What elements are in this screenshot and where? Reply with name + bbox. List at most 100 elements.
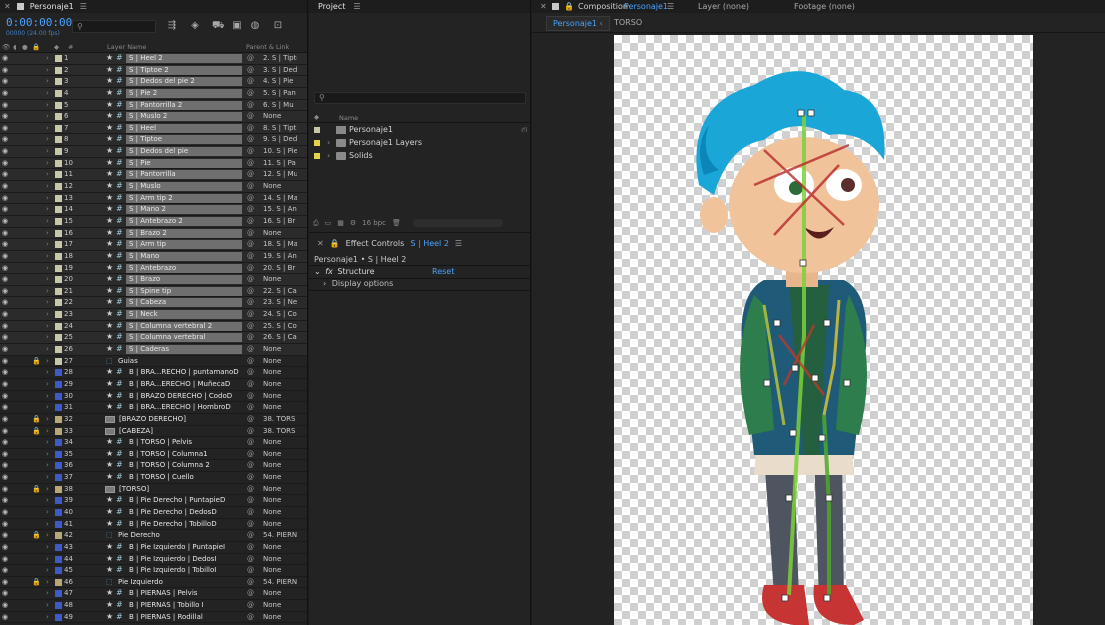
pickwhip-icon[interactable]: @ bbox=[247, 461, 254, 469]
layer-name[interactable]: B | Pie Izquierdo | PuntapieI bbox=[129, 543, 225, 551]
layer-row[interactable]: ◉ › 16 ★ # S | Brazo 2 @ None bbox=[0, 227, 307, 240]
pickwhip-icon[interactable]: @ bbox=[247, 531, 254, 539]
layer-row[interactable]: ◉ 🔒 › 46 ⬚ Pie Izquierdo @54. PIERN bbox=[0, 576, 307, 589]
label-color-swatch[interactable] bbox=[314, 153, 320, 159]
parent-link-value[interactable]: None bbox=[263, 112, 297, 120]
visibility-eye-icon[interactable]: ◉ bbox=[2, 241, 9, 248]
layer-name[interactable]: S | Brazo bbox=[129, 275, 160, 283]
pickwhip-icon[interactable]: @ bbox=[247, 566, 254, 574]
pickwhip-icon[interactable]: @ bbox=[247, 322, 254, 330]
layer-row[interactable]: ◉ 🔒 › 32 [BRAZO DERECHO] @38. TORS bbox=[0, 413, 307, 426]
project-search-input[interactable]: ⚲ bbox=[314, 92, 526, 104]
layer-name[interactable]: B | Pie Derecho | TobilloD bbox=[129, 520, 217, 528]
parent-link-value[interactable]: None bbox=[263, 368, 297, 376]
layer-name[interactable]: S | Columna vertebral bbox=[129, 333, 206, 341]
parent-link-value[interactable]: None bbox=[263, 613, 297, 621]
pickwhip-icon[interactable]: @ bbox=[247, 310, 254, 318]
project-item-composition[interactable]: Personaje1 ⛙ bbox=[309, 124, 531, 137]
expand-arrow-icon[interactable]: › bbox=[46, 77, 49, 85]
layer-name[interactable]: B | Pie Izquierdo | TobilloI bbox=[129, 566, 216, 574]
expand-arrow-icon[interactable]: › bbox=[46, 345, 49, 353]
visibility-eye-icon[interactable]: ◉ bbox=[2, 78, 9, 85]
visibility-eye-icon[interactable]: ◉ bbox=[2, 357, 9, 365]
graph-editor-icon[interactable]: ⊡ bbox=[272, 20, 284, 32]
pickwhip-icon[interactable]: @ bbox=[247, 147, 254, 155]
effect-switch-icon[interactable]: # bbox=[116, 321, 123, 330]
label-color-swatch[interactable] bbox=[55, 334, 62, 342]
project-item-folder[interactable]: › Personaje1 Layers bbox=[309, 137, 531, 150]
parent-link-value[interactable]: 14. S | Ma bbox=[263, 194, 297, 202]
timeline-tab-title[interactable]: Personaje1 bbox=[30, 2, 74, 11]
visibility-eye-icon[interactable]: ◉ bbox=[2, 136, 9, 143]
expand-arrow-icon[interactable]: › bbox=[46, 380, 49, 388]
visibility-eye-icon[interactable]: ◉ bbox=[2, 369, 9, 376]
visibility-eye-icon[interactable]: ◉ bbox=[2, 89, 9, 97]
label-color-swatch[interactable] bbox=[55, 427, 62, 435]
parent-link-value[interactable]: 26. S | Ca bbox=[263, 333, 297, 341]
comp-mini-flowchart-icon[interactable]: ⇶ bbox=[166, 20, 178, 32]
visibility-eye-icon[interactable]: ◉ bbox=[2, 555, 9, 563]
layer-row[interactable]: ◉ › 29 ★ # B | BRA...ERECHO | MuñecaD @ None bbox=[0, 378, 307, 391]
project-scroll-bar[interactable] bbox=[412, 219, 503, 227]
effect-switch-icon[interactable]: # bbox=[116, 286, 123, 295]
visibility-eye-icon[interactable]: ◉ bbox=[2, 124, 9, 132]
pickwhip-icon[interactable]: @ bbox=[247, 112, 254, 120]
effect-switch-icon[interactable]: # bbox=[116, 65, 123, 74]
parent-link-value[interactable]: None bbox=[263, 380, 297, 388]
lock-icon[interactable]: 🔒 bbox=[32, 415, 41, 423]
project-settings-icon[interactable]: ⚙ bbox=[350, 219, 356, 227]
visibility-eye-icon[interactable]: ◉ bbox=[2, 194, 9, 202]
expand-arrow-icon[interactable]: › bbox=[46, 252, 49, 260]
lock-icon[interactable]: 🔒 bbox=[32, 485, 41, 493]
label-color-swatch[interactable] bbox=[55, 439, 62, 447]
pickwhip-icon[interactable]: @ bbox=[247, 101, 254, 109]
layer-name[interactable]: [CABEZA] bbox=[119, 427, 153, 435]
effect-switch-icon[interactable]: # bbox=[116, 204, 123, 213]
label-color-swatch[interactable] bbox=[55, 404, 62, 412]
layer-row[interactable]: ◉ › 28 ★ # B | BRA...RECHO | puntamanoD @ None bbox=[0, 367, 307, 379]
visibility-eye-icon[interactable]: ◉ bbox=[2, 485, 9, 493]
expand-arrow-icon[interactable]: › bbox=[46, 368, 49, 376]
expand-arrow-icon[interactable]: › bbox=[46, 613, 49, 621]
effect-switch-icon[interactable]: # bbox=[116, 111, 123, 120]
pickwhip-icon[interactable]: @ bbox=[247, 54, 254, 62]
layer-name[interactable]: S | Heel 2 bbox=[129, 54, 163, 62]
label-color-swatch[interactable] bbox=[55, 380, 62, 388]
expand-arrow-icon[interactable]: › bbox=[46, 112, 49, 120]
expand-arrow-icon[interactable]: › bbox=[46, 170, 49, 178]
label-color-swatch[interactable] bbox=[55, 124, 62, 132]
layer-row[interactable]: ◉ › 43 ★ # B | Pie Izquierdo | PuntapieI @ None bbox=[0, 541, 307, 554]
pickwhip-icon[interactable]: @ bbox=[247, 508, 254, 516]
layer-name[interactable]: S | Pantorrilla bbox=[129, 170, 176, 178]
pickwhip-icon[interactable]: @ bbox=[247, 368, 254, 376]
parent-link-value[interactable]: None bbox=[263, 450, 297, 458]
layer-name-box[interactable] bbox=[126, 357, 242, 366]
parent-link-value[interactable]: 5. S | Pan bbox=[263, 89, 297, 97]
layer-row[interactable]: ◉ › 30 ★ # B | BRAZO DERECHO | CodoD @ None bbox=[0, 390, 307, 403]
label-color-swatch[interactable] bbox=[55, 543, 62, 551]
layer-row[interactable]: ◉ 🔒 › 27 ⬚ Guias @ None bbox=[0, 355, 307, 368]
label-color-swatch[interactable] bbox=[55, 590, 62, 598]
layer-name[interactable]: B | Pie Derecho | PuntapieD bbox=[129, 496, 225, 504]
expand-arrow-icon[interactable]: › bbox=[46, 182, 49, 190]
lock-icon[interactable]: 🔒 bbox=[32, 578, 41, 586]
expand-arrow-icon[interactable]: › bbox=[46, 147, 49, 155]
layer-row[interactable]: ◉ › 15 ★ # S | Antebrazo 2 @16. S | Br bbox=[0, 215, 307, 228]
composition-tab-prefix[interactable]: Composition bbox=[578, 2, 628, 11]
pickwhip-icon[interactable]: @ bbox=[247, 473, 254, 481]
effect-switch-icon[interactable]: # bbox=[116, 472, 123, 481]
expand-arrow-icon[interactable]: › bbox=[46, 415, 49, 423]
effect-switch-icon[interactable]: # bbox=[116, 612, 123, 621]
expand-arrow-icon[interactable]: ⌄ bbox=[314, 267, 321, 276]
layer-row[interactable]: ◉ › 18 ★ # S | Mano @19. S | An bbox=[0, 250, 307, 263]
pickwhip-icon[interactable]: @ bbox=[247, 159, 254, 167]
label-color-swatch[interactable] bbox=[55, 346, 62, 354]
parent-link-value[interactable]: None bbox=[263, 461, 297, 469]
visibility-eye-icon[interactable]: ◉ bbox=[2, 55, 9, 62]
visibility-eye-icon[interactable]: ◉ bbox=[2, 613, 9, 621]
pickwhip-icon[interactable]: @ bbox=[247, 89, 254, 97]
pickwhip-icon[interactable]: @ bbox=[247, 135, 254, 143]
eye-column-icon[interactable]: 👁 bbox=[2, 43, 10, 51]
visibility-eye-icon[interactable]: ◉ bbox=[2, 427, 9, 435]
pickwhip-icon[interactable]: @ bbox=[247, 170, 254, 178]
